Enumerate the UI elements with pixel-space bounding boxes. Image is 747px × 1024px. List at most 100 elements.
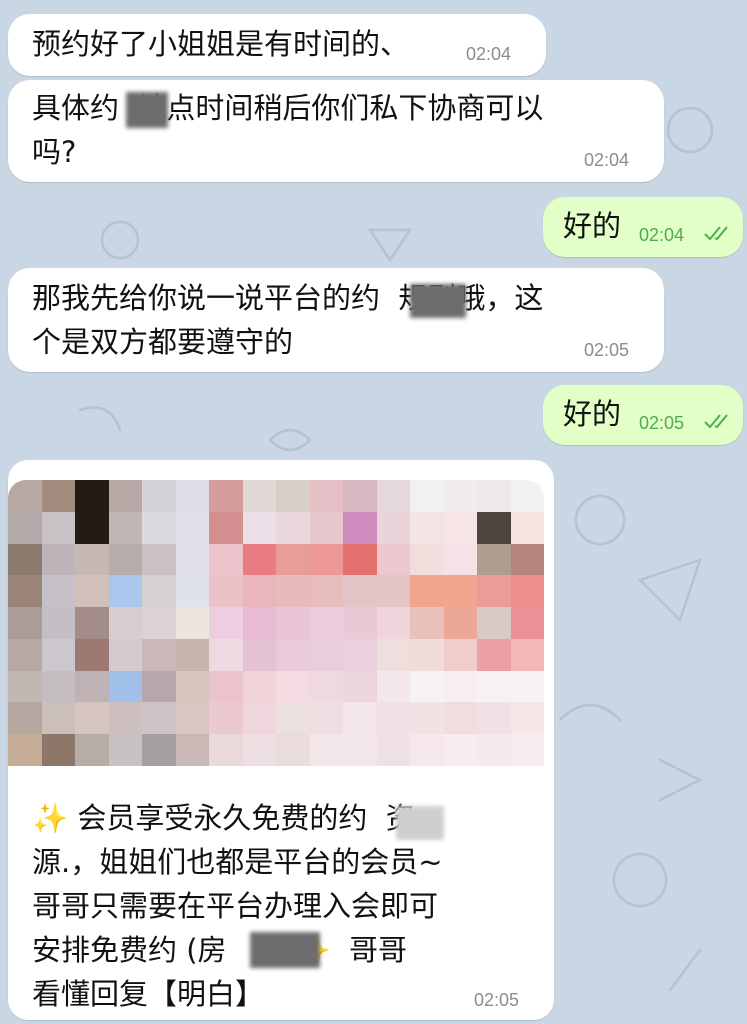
mosaic-pixel [443, 702, 478, 735]
censor-block [250, 932, 320, 968]
mosaic-pixel [41, 480, 76, 512]
mosaic-pixel [142, 734, 176, 766]
mosaic-pixel [510, 734, 544, 766]
mosaic-pixel [8, 607, 42, 640]
double-check-icon [704, 414, 728, 429]
mosaic-pixel [8, 480, 42, 512]
incoming-message[interactable]: 具体约 地点时间稍后你们私下协商可以 吗? 02:04 [8, 80, 664, 182]
mosaic-pixel [175, 511, 210, 544]
mosaic-pixel [242, 702, 277, 735]
mosaic-pixel [75, 638, 109, 671]
mosaic-pixel [175, 480, 210, 512]
mosaic-pixel [376, 511, 411, 544]
mosaic-pixel [108, 702, 143, 735]
mosaic-pixel [443, 575, 478, 608]
mosaic-pixel [242, 511, 277, 544]
mosaic-pixel [276, 575, 310, 608]
mosaic-pixel [510, 607, 544, 640]
incoming-message[interactable]: 那我先给你说一说平台的约 规则哦，这 个是双方都要遵守的 02:05 [8, 268, 664, 372]
mosaic-pixel [276, 734, 310, 766]
mosaic-pixel [8, 702, 42, 735]
mosaic-pixel [41, 702, 76, 735]
mosaic-pixel [376, 607, 411, 640]
mosaic-pixel [477, 734, 511, 766]
mosaic-pixel [276, 702, 310, 735]
mosaic-pixel [477, 607, 511, 640]
mosaic-pixel [8, 511, 42, 544]
mosaic-pixel [276, 511, 310, 544]
mosaic-pixel [276, 670, 310, 703]
mosaic-pixel [343, 511, 377, 544]
message-text: 预约好了小姐姐是有时间的、 [32, 27, 410, 61]
mosaic-pixel [276, 480, 310, 512]
mosaic-pixel [376, 734, 411, 766]
mosaic-pixel [410, 575, 444, 608]
mosaic-pixel [343, 607, 377, 640]
mosaic-pixel [75, 511, 109, 544]
mosaic-pixel [108, 638, 143, 671]
mosaic-pixel [510, 543, 544, 576]
mosaic-pixel [343, 734, 377, 766]
mosaic-pixel [242, 670, 277, 703]
mosaic-pixel [477, 670, 511, 703]
mosaic-pixel [276, 638, 310, 671]
mosaic-pixel [8, 575, 42, 608]
mosaic-pixel [242, 734, 277, 766]
mosaic-pixel [75, 607, 109, 640]
mosaic-pixel [443, 670, 478, 703]
mosaic-pixel [209, 480, 243, 512]
pixelated-image[interactable] [8, 480, 544, 766]
mosaic-pixel [242, 543, 277, 576]
incoming-message[interactable]: 预约好了小姐姐是有时间的、 02:04 [8, 14, 546, 76]
mosaic-pixel [108, 480, 143, 512]
mosaic-pixel [108, 543, 143, 576]
mosaic-pixel [510, 702, 544, 735]
mosaic-pixel [108, 670, 143, 703]
mosaic-pixel [41, 638, 76, 671]
mosaic-pixel [443, 511, 478, 544]
message-time: 02:05 [639, 413, 685, 433]
mosaic-pixel [242, 607, 277, 640]
mosaic-pixel [242, 575, 277, 608]
mosaic-pixel [309, 607, 344, 640]
mosaic-pixel [477, 480, 511, 512]
mosaic-pixel [242, 638, 277, 671]
mosaic-pixel [8, 670, 42, 703]
mosaic-pixel [443, 638, 478, 671]
mosaic-pixel [108, 511, 143, 544]
outgoing-message[interactable]: 好的 02:05 [543, 385, 743, 445]
mosaic-pixel [175, 702, 210, 735]
mosaic-pixel [41, 670, 76, 703]
mosaic-pixel [376, 702, 411, 735]
mosaic-pixel [209, 670, 243, 703]
mosaic-pixel [209, 607, 243, 640]
mosaic-pixel [343, 702, 377, 735]
outgoing-message[interactable]: 好的 02:04 [543, 197, 743, 257]
mosaic-pixel [410, 511, 444, 544]
double-check-icon [704, 226, 728, 241]
mosaic-pixel [510, 670, 544, 703]
mosaic-pixel [276, 543, 310, 576]
mosaic-pixel [209, 511, 243, 544]
mosaic-pixel [309, 702, 344, 735]
mosaic-pixel [309, 670, 344, 703]
censor-block [396, 806, 444, 840]
mosaic-pixel [75, 734, 109, 766]
mosaic-pixel [343, 543, 377, 576]
mosaic-pixel [8, 638, 42, 671]
mosaic-pixel [142, 511, 176, 544]
mosaic-pixel [75, 670, 109, 703]
mosaic-pixel [175, 670, 210, 703]
mosaic-pixel [443, 480, 478, 512]
mosaic-pixel [142, 670, 176, 703]
mosaic-pixel [510, 575, 544, 608]
mosaic-pixel [410, 702, 444, 735]
message-text: 好的 [563, 209, 622, 243]
mosaic-pixel [41, 607, 76, 640]
mosaic-pixel [209, 638, 243, 671]
mosaic-pixel [309, 543, 344, 576]
mosaic-pixel [443, 543, 478, 576]
mosaic-pixel [142, 575, 176, 608]
mosaic-pixel [142, 702, 176, 735]
mosaic-pixel [477, 638, 511, 671]
